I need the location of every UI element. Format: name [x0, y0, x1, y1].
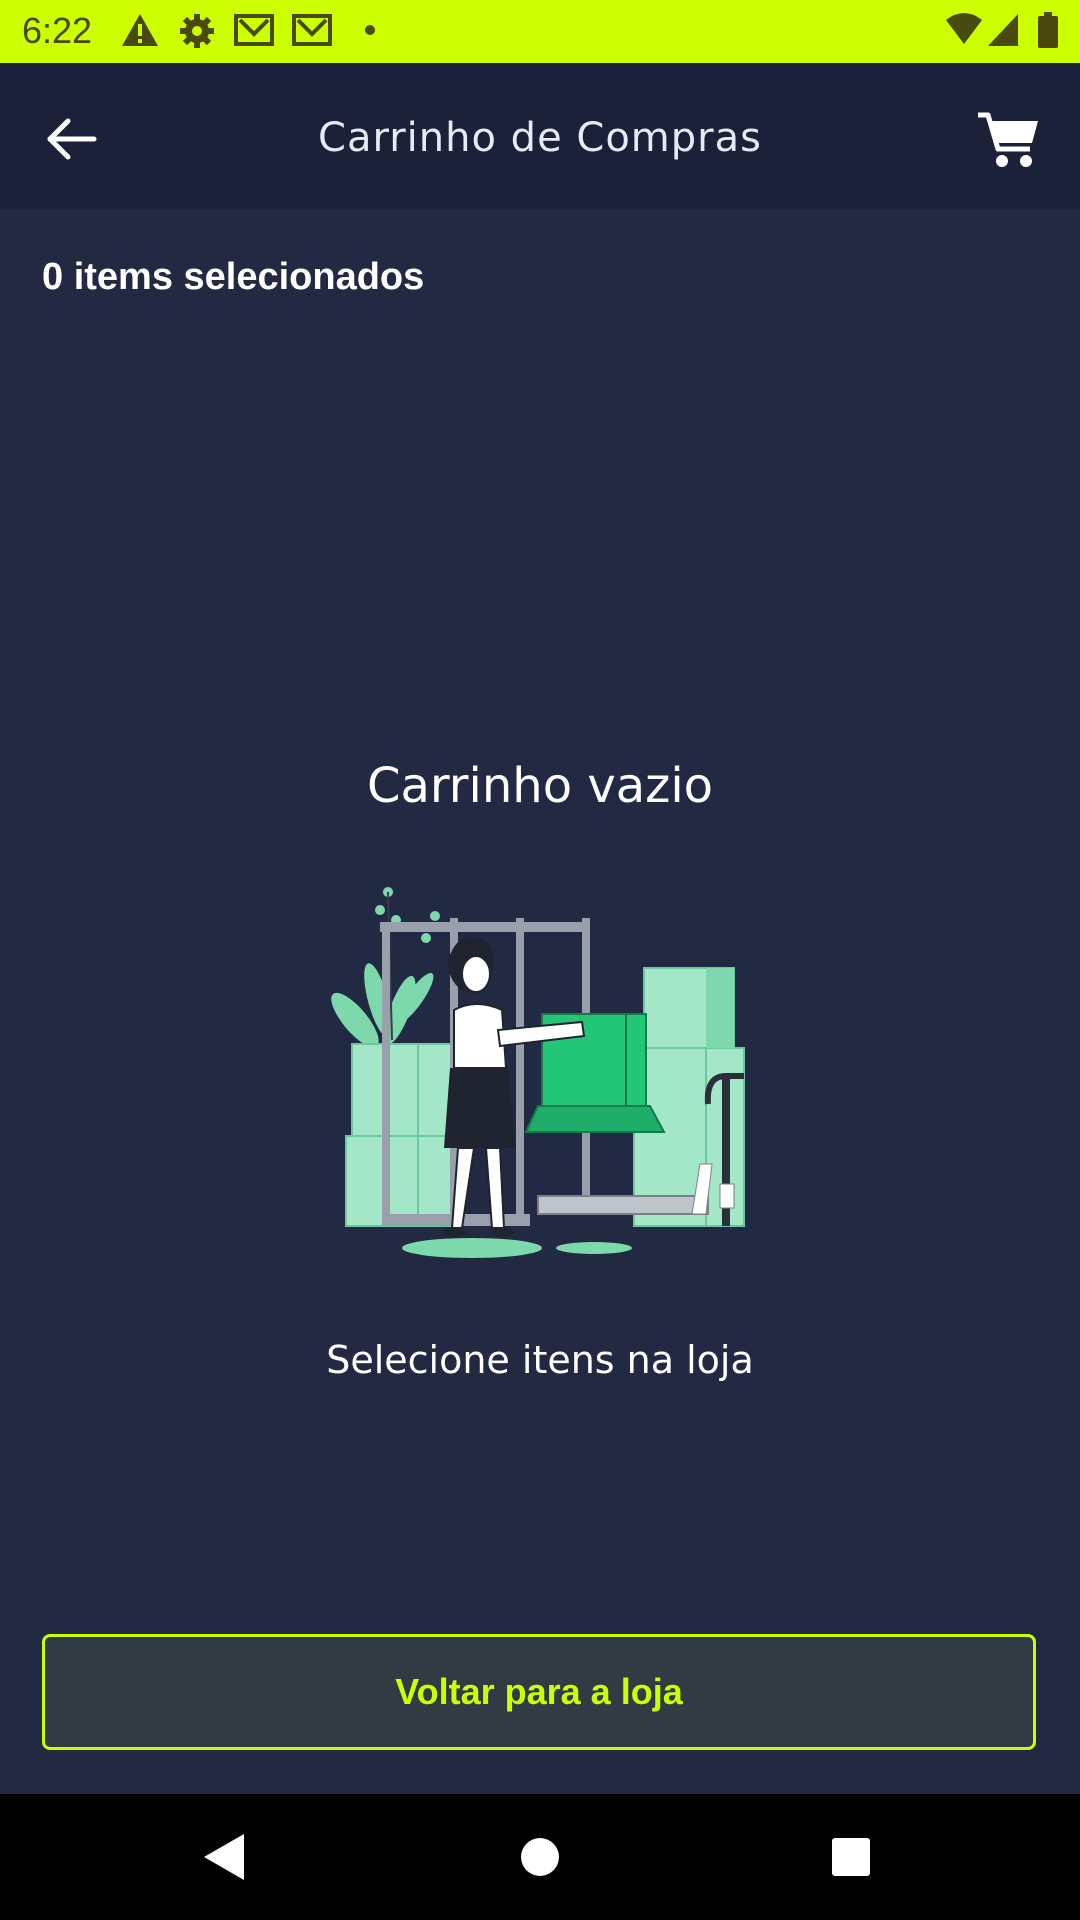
cart-icon	[978, 112, 1038, 167]
back-to-store-button[interactable]: Voltar para a loja	[42, 1634, 1036, 1750]
woman-carrying-box-illustration	[331, 887, 745, 1258]
gmail-icon	[292, 14, 332, 46]
signal-icon	[988, 14, 1018, 46]
empty-cart-subtitle: Selecione itens na loja	[326, 1338, 754, 1382]
dot-icon	[365, 25, 375, 35]
wifi-icon	[946, 13, 982, 44]
cart-button[interactable]	[972, 103, 1044, 175]
back-to-store-label: Voltar para a loja	[395, 1671, 683, 1712]
back-triangle-icon[interactable]	[190, 1822, 260, 1892]
status-bar: 6:22	[0, 0, 1080, 63]
status-time: 6:22	[22, 10, 93, 51]
settings-icon	[180, 14, 214, 48]
page-title: Carrinho de Compras	[318, 115, 762, 161]
battery-icon	[1038, 12, 1058, 48]
items-count: 0 items selecionados	[42, 256, 425, 298]
warning-icon	[122, 14, 158, 46]
gmail-icon	[234, 14, 274, 46]
system-nav-bar	[0, 1794, 1080, 1920]
recents-square-icon[interactable]	[816, 1822, 886, 1892]
app-bar: Carrinho de Compras	[0, 63, 1080, 209]
home-circle-icon[interactable]	[505, 1822, 575, 1892]
empty-cart-title: Carrinho vazio	[366, 758, 714, 814]
